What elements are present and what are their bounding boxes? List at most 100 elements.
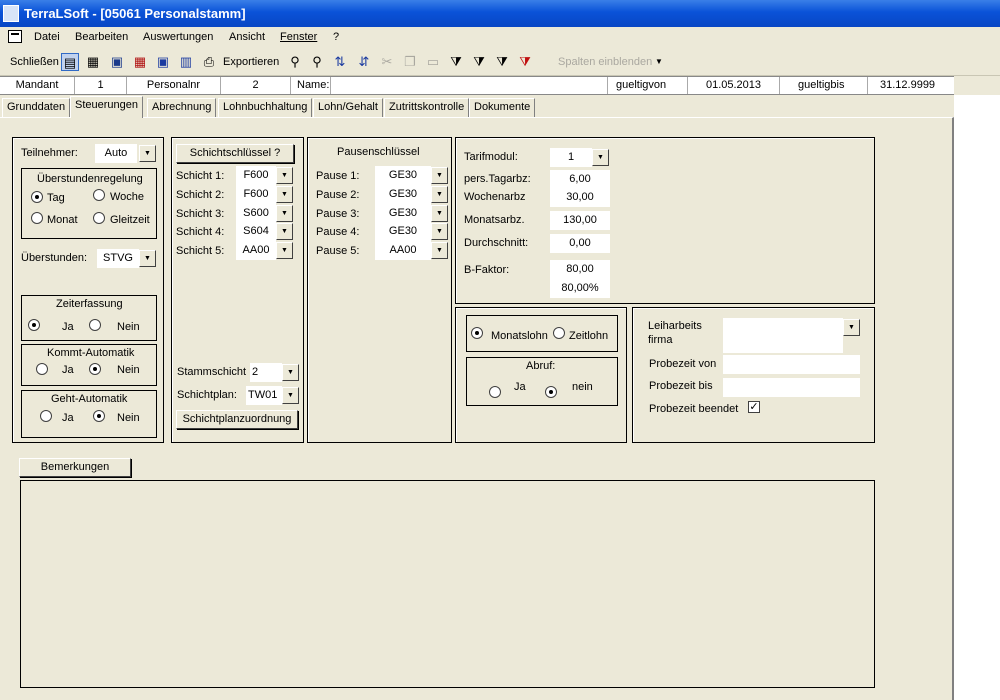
stammschicht-dropdown-icon[interactable]: ▼ (282, 364, 299, 381)
bemerkungen-textarea[interactable] (20, 480, 875, 688)
schicht-3-dropdown-icon[interactable]: ▼ (276, 205, 293, 222)
chevron-down-icon[interactable]: ▼ (655, 53, 663, 71)
schicht-1-field[interactable]: F600 (236, 166, 276, 185)
tab-abrechnung[interactable]: Abrechnung (147, 98, 217, 117)
ueberstunden-dropdown-icon[interactable]: ▼ (139, 250, 156, 267)
stammschicht-field[interactable]: 2 (250, 363, 282, 382)
pause-4-field[interactable]: GE30 (375, 222, 431, 241)
pause-1-dropdown-icon[interactable]: ▼ (431, 167, 448, 184)
menu-bearbeiten[interactable]: Bearbeiten (75, 31, 128, 43)
schichtplanzuordnung-button[interactable]: Schichtplanzuordnung (176, 410, 298, 429)
cut-icon[interactable]: ✂ (378, 53, 396, 71)
delete-icon[interactable]: ▦ (131, 53, 149, 71)
bfaktor-field[interactable]: 80,00 (550, 260, 610, 279)
pause-1-field[interactable]: GE30 (375, 166, 431, 185)
schicht-1-dropdown-icon[interactable]: ▼ (276, 167, 293, 184)
schicht-2-field[interactable]: F600 (236, 185, 276, 204)
close-button[interactable]: Schließen (10, 53, 59, 71)
wochenarbz-field[interactable]: 30,00 (550, 188, 610, 207)
tagarbz-field[interactable]: 6,00 (550, 170, 610, 189)
radio-monat[interactable] (31, 212, 43, 224)
menu-help[interactable]: ? (333, 31, 339, 43)
pause-3-field[interactable]: GE30 (375, 204, 431, 223)
geht-ja-radio[interactable] (40, 410, 52, 422)
zeiterfassung-ja-radio[interactable] (28, 319, 40, 331)
zeitlohn-radio[interactable] (553, 327, 565, 339)
pause-2-field[interactable]: GE30 (375, 185, 431, 204)
pause-5-dropdown-icon[interactable]: ▼ (431, 242, 448, 259)
document-icon[interactable] (8, 30, 22, 43)
pause-5-field[interactable]: AA00 (375, 241, 431, 260)
schicht-4-field[interactable]: S604 (236, 222, 276, 241)
search-icon[interactable]: ⚲ (286, 53, 304, 71)
app-icon[interactable] (3, 5, 19, 22)
personalnr-value[interactable]: 2 (221, 77, 291, 94)
pause-3-dropdown-icon[interactable]: ▼ (431, 205, 448, 222)
tarifmodul-dropdown-icon[interactable]: ▼ (592, 149, 609, 166)
menu-datei[interactable]: Datei (34, 31, 60, 43)
filter-remove-icon[interactable]: ⧩ (516, 53, 534, 71)
kommt-nein-radio[interactable] (89, 363, 101, 375)
radio-tag[interactable] (31, 191, 43, 203)
tarifmodul-field[interactable]: 1 (550, 148, 592, 167)
teilnehmer-field[interactable]: Auto (95, 144, 137, 163)
schicht-4-dropdown-icon[interactable]: ▼ (276, 223, 293, 240)
radio-woche[interactable] (93, 189, 105, 201)
save-icon[interactable]: ▣ (108, 53, 126, 71)
monatsarbz-field[interactable]: 130,00 (550, 211, 610, 230)
paste-icon[interactable]: ▭ (424, 53, 442, 71)
filter-form-icon[interactable]: ⧩ (470, 53, 488, 71)
probezeit-von-field[interactable] (723, 355, 860, 374)
radio-gleitzeit[interactable] (93, 212, 105, 224)
book-icon[interactable]: ▥ (177, 53, 195, 71)
sort-descending-icon[interactable]: ⇵ (355, 53, 373, 71)
mandant-value[interactable]: 1 (75, 77, 127, 94)
menu-auswertungen[interactable]: Auswertungen (143, 31, 213, 43)
schicht-3-field[interactable]: S600 (236, 204, 276, 223)
export-button[interactable]: Exportieren (223, 53, 279, 71)
geht-nein-radio[interactable] (93, 410, 105, 422)
pause-2-dropdown-icon[interactable]: ▼ (431, 186, 448, 203)
menu-ansicht[interactable]: Ansicht (229, 31, 265, 43)
menu-fenster[interactable]: Fenster (280, 31, 317, 43)
bemerkungen-button[interactable]: Bemerkungen (19, 458, 131, 477)
schichtschluessel-button[interactable]: Schichtschlüssel ? (176, 144, 294, 163)
gueltigvon-value[interactable]: 01.05.2013 (688, 77, 780, 94)
tab-dokumente[interactable]: Dokumente (469, 98, 536, 117)
abruf-ja-radio[interactable] (489, 386, 501, 398)
gueltigbis-value[interactable]: 31.12.9999 (868, 77, 954, 94)
schichtplan-dropdown-icon[interactable]: ▼ (282, 387, 299, 404)
tab-zutrittskontrolle[interactable]: Zutrittskontrolle (384, 98, 470, 117)
zeiterfassung-nein-radio[interactable] (89, 319, 101, 331)
durchschnitt-field[interactable]: 0,00 (550, 234, 610, 253)
pause-4-dropdown-icon[interactable]: ▼ (431, 223, 448, 240)
filter-icon[interactable]: ⧩ (447, 53, 465, 71)
filter-apply-icon[interactable]: ⧩ (493, 53, 511, 71)
leiharbeitsfirma-dropdown-icon[interactable]: ▼ (843, 319, 860, 336)
leiharbeitsfirma-field[interactable] (723, 318, 843, 353)
search-next-icon[interactable]: ⚲ (308, 53, 326, 71)
columns-button[interactable]: Spalten einblenden (558, 53, 652, 71)
print-icon[interactable]: ⎙ (200, 53, 218, 71)
copy-icon[interactable]: ❐ (401, 53, 419, 71)
kommt-ja-radio[interactable] (36, 363, 48, 375)
preview-icon[interactable]: ▣ (154, 53, 172, 71)
tab-grunddaten[interactable]: Grunddaten (2, 98, 71, 117)
abruf-nein-radio[interactable] (545, 386, 557, 398)
schichtplan-field[interactable]: TW01 (246, 386, 282, 405)
bfaktor-percent-field[interactable]: 80,00% (550, 279, 610, 298)
schicht-5-dropdown-icon[interactable]: ▼ (276, 242, 293, 259)
tab-lohnbuchhaltung[interactable]: Lohnbuchhaltung (218, 98, 313, 117)
monatslohn-radio[interactable] (471, 327, 483, 339)
tab-steuerungen[interactable]: Steuerungen (70, 96, 143, 118)
sort-ascending-icon[interactable]: ⇅ (331, 53, 349, 71)
form-view-icon[interactable]: ▤ (61, 53, 79, 71)
probezeit-bis-field[interactable] (723, 378, 860, 397)
probezeit-beendet-checkbox[interactable]: ✓ (748, 401, 760, 413)
name-value[interactable] (331, 77, 608, 94)
table-view-icon[interactable]: ▦ (84, 53, 102, 71)
ueberstunden-field[interactable]: STVG (97, 249, 139, 268)
teilnehmer-dropdown-icon[interactable]: ▼ (139, 145, 156, 162)
schicht-5-field[interactable]: AA00 (236, 241, 276, 260)
schicht-2-dropdown-icon[interactable]: ▼ (276, 186, 293, 203)
